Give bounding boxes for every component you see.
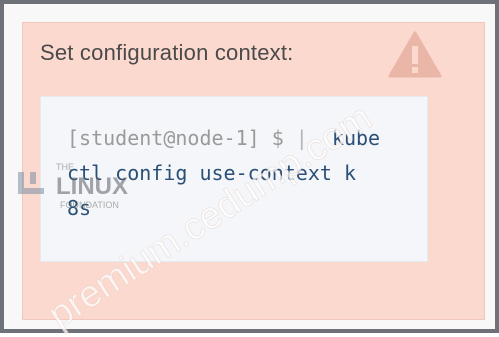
prompt-separator: |: [295, 126, 308, 150]
linux-foundation-logo: THE LINUX FOUNDATION: [18, 162, 128, 210]
logo-linux: LINUX: [56, 173, 128, 200]
panel-title: Set configuration context:: [40, 40, 294, 65]
screenshot-frame: Set configuration context: [student@node…: [0, 0, 499, 337]
logo-foundation: FOUNDATION: [60, 200, 119, 210]
warning-triangle-icon: [388, 31, 442, 78]
logo-the: THE: [56, 162, 74, 172]
shell-prompt: [student@node-1] $: [67, 126, 284, 150]
command-line-1: kube: [331, 126, 381, 150]
